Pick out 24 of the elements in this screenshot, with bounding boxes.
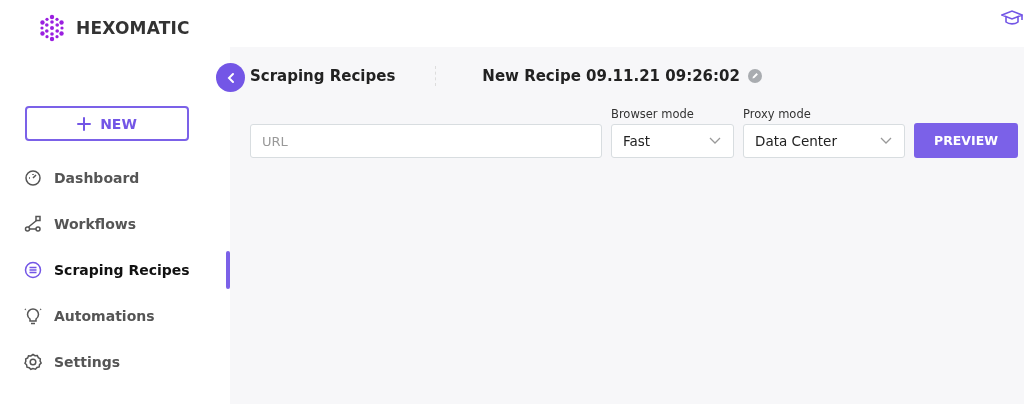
flow-nodes-icon [24, 215, 42, 233]
nav-item[interactable]: Dashboard [0, 155, 230, 201]
preview-button[interactable]: PREVIEW [914, 123, 1018, 158]
nav-item[interactable]: Automations [0, 293, 230, 339]
nav-item[interactable]: Workflows [0, 201, 230, 247]
settings-icon [24, 353, 42, 371]
graduation-cap-icon[interactable] [1001, 10, 1023, 26]
proxy-mode-label: Proxy mode [743, 107, 812, 121]
proxy-mode-select[interactable]: Data Center [743, 124, 905, 158]
chevron-down-icon [709, 137, 721, 145]
browser-mode-label: Browser mode [611, 107, 695, 121]
new-button[interactable]: NEW [25, 106, 189, 141]
browser-mode-select[interactable]: Fast [611, 124, 734, 158]
chevron-down-icon [880, 137, 892, 145]
url-field[interactable]: URL [250, 124, 602, 158]
nav-item[interactable]: Settings [0, 339, 230, 385]
section-title: Scraping Recipes [250, 67, 396, 85]
gauge-icon [24, 169, 42, 187]
recipe-title: New Recipe 09.11.21 09:26:02 [482, 67, 740, 85]
lightbulb-icon [24, 307, 42, 325]
plus-icon [77, 116, 92, 131]
list-circle-icon [24, 261, 42, 279]
nav-item[interactable]: Scraping Recipes [0, 247, 230, 293]
brand-name: HEXOMATIC [76, 18, 190, 38]
